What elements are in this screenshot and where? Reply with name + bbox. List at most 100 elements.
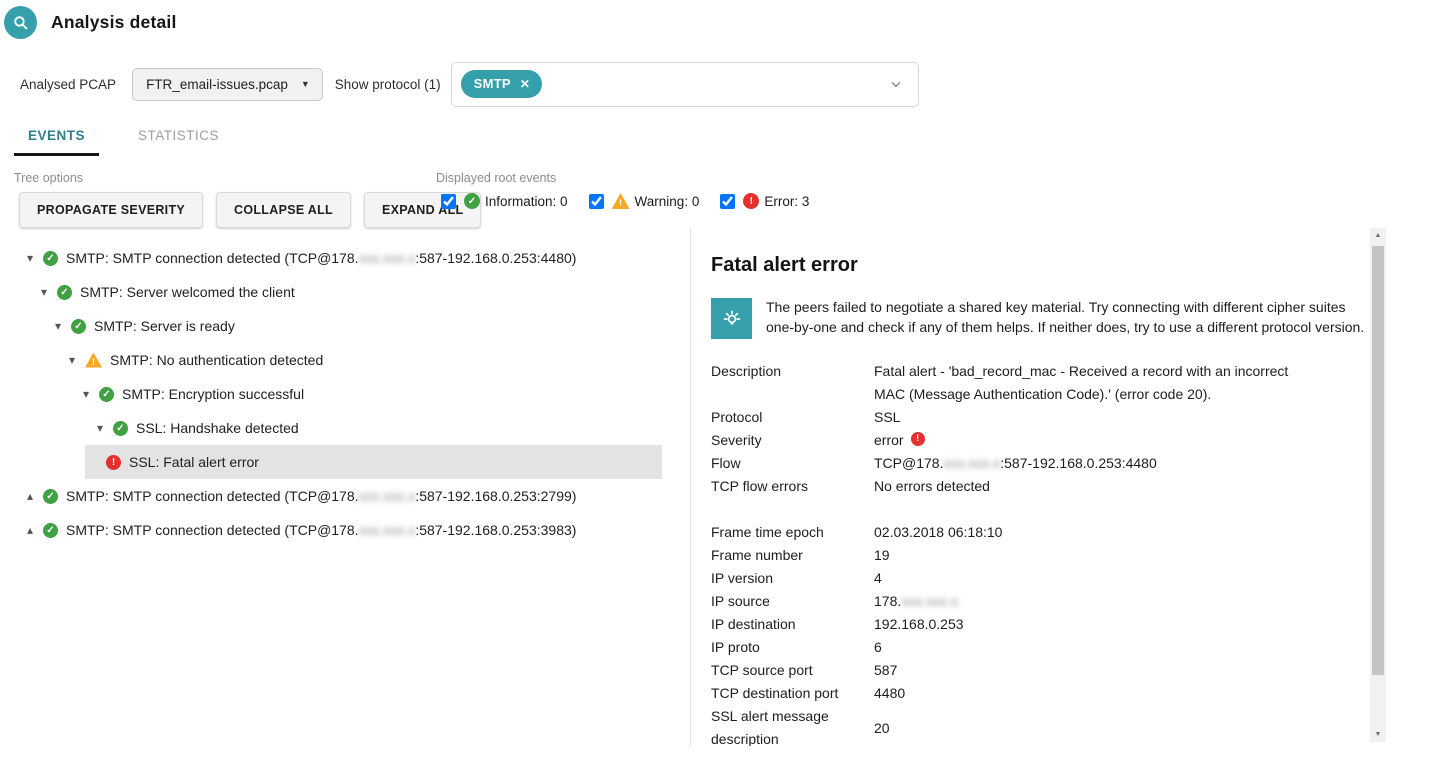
analysed-pcap-label: Analysed PCAP [20, 77, 116, 92]
protocol-chip-label: SMTP [474, 76, 511, 91]
tip-text: The peers failed to negotiate a shared k… [766, 298, 1366, 339]
tab-statistics[interactable]: STATISTICS [124, 124, 233, 156]
filter-error: ! Error: 3 [720, 193, 809, 209]
protocol-chip-smtp[interactable]: SMTP ✕ [461, 70, 543, 98]
page-title: Analysis detail [51, 12, 177, 33]
tree-row[interactable]: ▴ ✓ SMTP: SMTP connection detected (TCP@… [0, 513, 690, 547]
analysis-detail-page: Analysis detail Analysed PCAP FTR_email-… [0, 0, 1431, 774]
success-icon: ✓ [113, 421, 128, 436]
pcap-select-value: FTR_email-issues.pcap [146, 77, 288, 92]
information-icon: ✓ [464, 193, 480, 209]
detail-row-ip-proto: IP proto 6 [711, 636, 1370, 659]
detail-row-tcp-flow-errors: TCP flow errors No errors detected [711, 475, 1370, 498]
scrollbar-thumb[interactable] [1372, 246, 1384, 675]
event-tree: ▾ ✓ SMTP: SMTP connection detected (TCP@… [0, 241, 690, 547]
tree-row[interactable]: ▴ ✓ SMTP: SMTP connection detected (TCP@… [0, 479, 690, 513]
lightbulb-icon [711, 298, 752, 339]
tree-row-label: SMTP: Server is ready [94, 318, 235, 334]
warning-checkbox[interactable] [589, 194, 604, 209]
scroll-up-icon[interactable]: ▲ [1370, 228, 1386, 243]
detail-row-flow: Flow TCP@178.xxx.xxx.x:587-192.168.0.253… [711, 452, 1370, 475]
success-icon: ✓ [57, 285, 72, 300]
tree-row[interactable]: ▾ ! SMTP: No authentication detected [0, 343, 690, 377]
detail-row-protocol: Protocol SSL [711, 406, 1370, 429]
success-icon: ✓ [71, 319, 86, 334]
tree-row-label: SSL: Handshake detected [136, 420, 299, 436]
tree-row[interactable]: ▾ ✓ SMTP: SMTP connection detected (TCP@… [0, 241, 690, 275]
detail-row-ip-destination: IP destination 192.168.0.253 [711, 613, 1370, 636]
success-icon: ✓ [43, 251, 58, 266]
information-count: Information: 0 [485, 194, 568, 209]
caret-up-icon[interactable]: ▴ [24, 523, 36, 537]
detail-row-ssl-alert-message-description: SSL alert message description 20 [711, 705, 1370, 746]
caret-down-icon[interactable]: ▾ [94, 421, 106, 435]
warning-count: Warning: 0 [635, 194, 700, 209]
page-header: Analysis detail [4, 6, 177, 39]
detail-row-frame-number: Frame number 19 [711, 544, 1370, 567]
error-count: Error: 3 [764, 194, 809, 209]
detail-spacer [711, 498, 1370, 521]
protocol-multiselect[interactable]: SMTP ✕ [451, 62, 919, 107]
propagate-severity-button[interactable]: PROPAGATE SEVERITY [19, 192, 203, 228]
filter-warning: ! Warning: 0 [589, 193, 700, 209]
redacted-ip: xxx.xxx.x [359, 488, 416, 504]
tree-row-label: SMTP: SMTP connection detected (TCP@178.… [66, 488, 576, 504]
filter-information: ✓ Information: 0 [441, 193, 568, 209]
chevron-down-icon[interactable] [889, 77, 903, 91]
caret-up-icon[interactable]: ▴ [24, 489, 36, 503]
detail-row-description: Description Fatal alert - 'bad_record_ma… [711, 360, 1370, 406]
search-icon [4, 6, 37, 39]
caret-down-icon[interactable]: ▾ [24, 251, 36, 265]
detail-row-severity: Severity error! [711, 429, 1370, 452]
detail-row-tcp-destination-port: TCP destination port 4480 [711, 682, 1370, 705]
tree-row-selected[interactable]: ! SSL: Fatal alert error [85, 445, 662, 479]
detail-title: Fatal alert error [711, 254, 1370, 277]
show-protocol-label: Show protocol (1) [335, 77, 441, 92]
controls-row: Analysed PCAP FTR_email-issues.pcap ▼ Sh… [20, 61, 919, 107]
error-icon: ! [743, 193, 759, 209]
success-icon: ✓ [43, 489, 58, 504]
error-checkbox[interactable] [720, 194, 735, 209]
tip-box: The peers failed to negotiate a shared k… [711, 298, 1370, 339]
collapse-all-button[interactable]: COLLAPSE ALL [216, 192, 351, 228]
redacted-ip: xxx.xxx.x [943, 455, 1000, 471]
error-icon: ! [106, 455, 121, 470]
information-checkbox[interactable] [441, 194, 456, 209]
scroll-down-icon[interactable]: ▼ [1370, 727, 1386, 742]
pcap-select[interactable]: FTR_email-issues.pcap ▼ [132, 68, 323, 101]
redacted-ip: xxx.xxx.x [359, 522, 416, 538]
tree-row-label: SMTP: Server welcomed the client [80, 284, 295, 300]
chip-remove-icon[interactable]: ✕ [520, 78, 530, 90]
caret-down-icon[interactable]: ▾ [52, 319, 64, 333]
redacted-ip: xxx.xxx.x [359, 250, 416, 266]
error-icon: ! [911, 432, 925, 446]
warning-icon: ! [85, 353, 102, 368]
event-detail-panel: Fatal alert error The peers failed to ne… [690, 228, 1370, 746]
detail-row-ip-version: IP version 4 [711, 567, 1370, 590]
detail-row-tcp-source-port: TCP source port 587 [711, 659, 1370, 682]
main-area: ▾ ✓ SMTP: SMTP connection detected (TCP@… [0, 228, 1431, 746]
success-icon: ✓ [99, 387, 114, 402]
tree-row[interactable]: ▾ ✓ SMTP: Encryption successful [0, 377, 690, 411]
tree-row[interactable]: ▾ ✓ SMTP: Server is ready [0, 309, 690, 343]
warning-icon: ! [612, 193, 630, 209]
tree-row[interactable]: ▾ ✓ SSL: Handshake detected [0, 411, 690, 445]
tree-row-label: SMTP: SMTP connection detected (TCP@178.… [66, 250, 576, 266]
caret-down-icon[interactable]: ▾ [38, 285, 50, 299]
redacted-ip: xxx.xxx.x [901, 593, 958, 609]
tree-row-label: SSL: Fatal alert error [129, 454, 259, 470]
root-event-filters: ✓ Information: 0 ! Warning: 0 ! Error: 3 [441, 193, 809, 209]
tab-events[interactable]: EVENTS [14, 124, 99, 156]
tree-row-label: SMTP: No authentication detected [110, 352, 323, 368]
caret-down-icon[interactable]: ▾ [80, 387, 92, 401]
tree-row-label: SMTP: Encryption successful [122, 386, 304, 402]
detail-row-ip-source: IP source 178.xxx.xxx.x [711, 590, 1370, 613]
tree-row-label: SMTP: SMTP connection detected (TCP@178.… [66, 522, 576, 538]
displayed-root-events-label: Displayed root events [436, 171, 556, 185]
panel-scrollbar[interactable]: ▲ ▼ [1370, 228, 1386, 742]
caret-down-icon[interactable]: ▾ [66, 353, 78, 367]
tree-option-buttons: PROPAGATE SEVERITY COLLAPSE ALL EXPAND A… [19, 192, 481, 228]
tree-options-label: Tree options [14, 171, 83, 185]
detail-row-frame-time-epoch: Frame time epoch 02.03.2018 06:18:10 [711, 521, 1370, 544]
tree-row[interactable]: ▾ ✓ SMTP: Server welcomed the client [0, 275, 690, 309]
